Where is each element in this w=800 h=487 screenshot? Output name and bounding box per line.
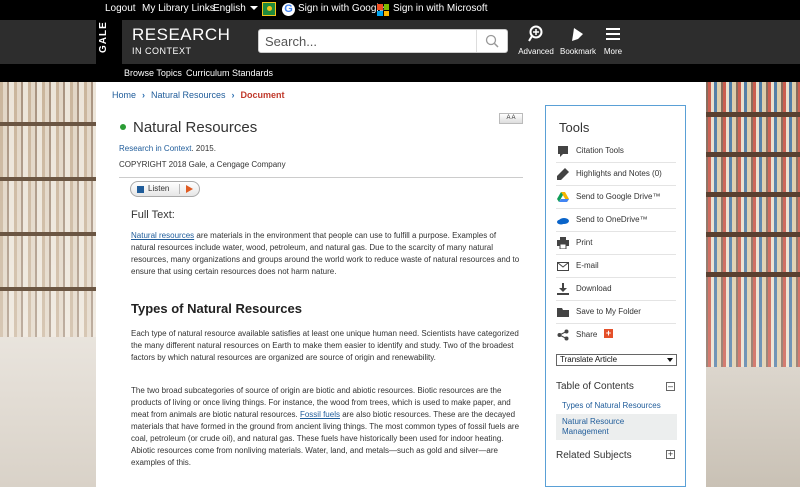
hamburger-menu-icon <box>606 28 620 40</box>
search-icon <box>485 34 499 48</box>
bookmark-icon <box>572 28 583 41</box>
search-input[interactable] <box>265 32 475 50</box>
share-icon <box>557 329 569 341</box>
paragraph: Natural resources are materials in the e… <box>131 231 520 276</box>
paragraph: The two broad subcategories of source of… <box>131 386 520 467</box>
copyright-text: COPYRIGHT 2018 Gale, a Cengage Company <box>119 160 286 169</box>
highlights-notes-button[interactable]: Highlights and Notes (0) <box>556 164 676 186</box>
translate-article-select[interactable]: Translate Article <box>556 354 677 366</box>
breadcrumb-natural-resources[interactable]: Natural Resources <box>151 90 226 100</box>
listen-button[interactable]: Listen <box>130 181 200 197</box>
breadcrumb: Home › Natural Resources › Document <box>112 90 285 100</box>
breadcrumb-home[interactable]: Home <box>112 90 136 100</box>
related-subjects-title: Related Subjects <box>556 450 632 461</box>
product-name[interactable]: RESEARCH <box>132 25 230 45</box>
more-label: More <box>603 47 623 56</box>
natural-resources-link[interactable]: Natural resources <box>131 231 194 240</box>
background-photo-right <box>706 82 800 487</box>
library-links-link[interactable]: My Library Links <box>142 3 215 14</box>
tools-panel: Tools Citation Tools Highlights and Note… <box>545 105 686 487</box>
source-link[interactable]: Research in Context <box>119 144 191 153</box>
gale-logo-text: GALE <box>98 21 109 53</box>
citation-tools-button[interactable]: Citation Tools <box>556 141 676 163</box>
bookmark-label: Bookmark <box>559 47 596 56</box>
search-box <box>258 29 508 53</box>
fossil-fuels-link[interactable]: Fossil fuels <box>300 410 340 419</box>
top-bar: Logout My Library Links English G Sign i… <box>0 0 800 20</box>
save-to-folder-button[interactable]: Save to My Folder <box>556 302 676 324</box>
google-signin-link[interactable]: Sign in with Google <box>298 3 384 14</box>
advanced-search-icon <box>528 25 543 42</box>
background-photo-left <box>0 82 96 487</box>
breadcrumb-current: Document <box>240 90 285 100</box>
bookmark-button[interactable]: Bookmark <box>558 25 598 56</box>
onedrive-button[interactable]: Send to OneDrive™ <box>556 210 676 232</box>
paragraph: Each type of natural resource available … <box>131 329 519 362</box>
toc-item[interactable]: Natural Resource Management <box>556 414 677 440</box>
advanced-search-button[interactable]: Advanced <box>516 25 556 56</box>
language-label: English <box>213 3 246 14</box>
font-size-control[interactable]: A A <box>499 113 523 124</box>
speaker-icon <box>137 186 144 193</box>
advanced-label: Advanced <box>518 47 554 56</box>
divider <box>119 177 523 178</box>
status-dot-icon <box>120 124 126 130</box>
full-text-label: Full Text: <box>131 209 175 221</box>
citation-icon <box>558 146 568 157</box>
toc-item[interactable]: Types of Natural Resources <box>556 398 677 414</box>
google-drive-icon <box>557 192 569 202</box>
email-icon <box>557 262 569 271</box>
product-subtitle: IN CONTEXT <box>132 46 192 56</box>
nav-bar: Browse Topics Curriculum Standards <box>0 64 800 82</box>
print-icon <box>557 237 569 249</box>
document-title: Natural Resources <box>133 119 258 136</box>
microsoft-icon <box>377 4 389 16</box>
google-icon: G <box>282 3 295 16</box>
email-button[interactable]: E-mail <box>556 256 676 278</box>
print-button[interactable]: Print <box>556 233 676 255</box>
expand-icon[interactable]: + <box>666 450 675 459</box>
google-classroom-icon[interactable] <box>262 2 276 16</box>
section-heading: Types of Natural Resources <box>131 301 302 316</box>
tools-title: Tools <box>559 120 590 135</box>
chevron-right-icon: › <box>142 90 146 100</box>
microsoft-signin-link[interactable]: Sign in with Microsoft <box>393 3 487 14</box>
listen-label: Listen <box>148 184 170 193</box>
download-icon <box>557 283 569 295</box>
share-plus-icon[interactable]: + <box>604 329 613 338</box>
header: GALE RESEARCH IN CONTEXT Advanced Bookma… <box>0 20 800 64</box>
share-button[interactable]: Share + <box>556 325 676 347</box>
toc-title: Table of Contents <box>556 381 634 392</box>
more-menu-button[interactable]: More <box>593 25 633 56</box>
curriculum-standards-link[interactable]: Curriculum Standards <box>186 68 273 78</box>
highlight-pen-icon <box>557 168 569 180</box>
search-button[interactable] <box>476 30 507 52</box>
language-selector[interactable]: English <box>213 3 258 14</box>
play-icon[interactable] <box>186 185 193 193</box>
logout-link[interactable]: Logout <box>105 3 136 14</box>
onedrive-icon <box>557 218 569 225</box>
folder-icon <box>557 308 569 317</box>
collapse-icon[interactable]: – <box>666 382 675 391</box>
chevron-right-icon: › <box>231 90 235 100</box>
source-year: . 2015. <box>191 144 216 153</box>
google-drive-button[interactable]: Send to Google Drive™ <box>556 187 676 209</box>
chevron-down-icon <box>667 358 673 362</box>
browse-topics-link[interactable]: Browse Topics <box>124 68 182 78</box>
chevron-down-icon <box>249 6 258 11</box>
download-button[interactable]: Download <box>556 279 676 301</box>
document-source: Research in Context. 2015. <box>119 144 216 153</box>
